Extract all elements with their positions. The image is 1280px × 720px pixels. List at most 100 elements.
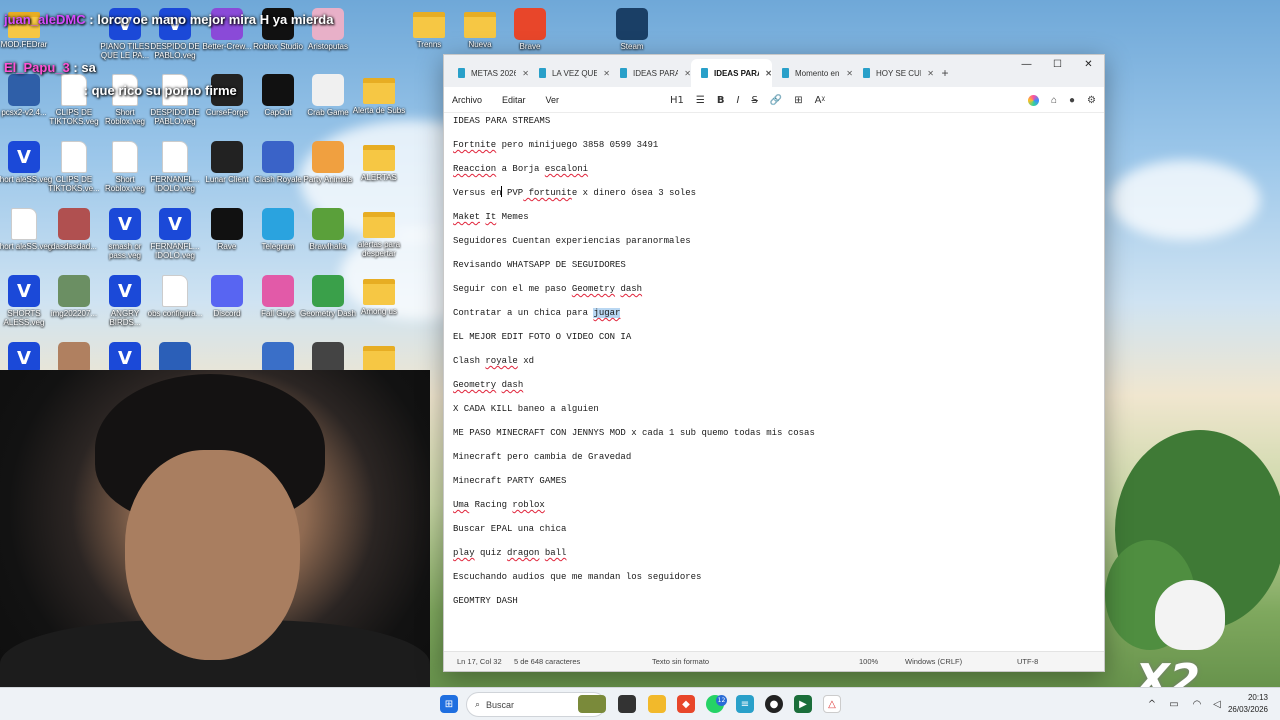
app-icon[interactable]: △ <box>823 695 841 713</box>
vegas-icon: V <box>8 275 40 307</box>
text-line: Fortnite pero minijuego 3858 0599 3491 <box>453 137 1095 161</box>
menu-ver[interactable]: Ver <box>546 95 560 105</box>
copilot-icon[interactable] <box>1027 94 1039 106</box>
tab-4[interactable]: IDEAS PARA S ✕ <box>691 59 772 87</box>
account-icon[interactable]: ● <box>1069 95 1075 106</box>
spell-error: Geometry <box>453 380 497 390</box>
text-run: e x dinero ósea 3 soles <box>571 188 697 198</box>
heading-dropdown[interactable]: H1 <box>670 95 684 106</box>
brave-icon[interactable]: ◆ <box>677 695 695 713</box>
text-line: EL MEJOR EDIT FOTO O VIDEO CON IA <box>453 332 632 342</box>
text-run: quiz <box>474 548 508 558</box>
widgets-icon[interactable] <box>578 695 606 713</box>
tab-label: IDEAS PARA S <box>713 68 759 78</box>
desktop-icon[interactable]: Alerta de Subs <box>349 70 409 136</box>
menu-archivo[interactable]: Archivo <box>452 95 482 105</box>
desktop-icon[interactable]: ALERTAS <box>349 137 409 203</box>
task-view-icon[interactable] <box>618 695 636 713</box>
search-placeholder: Buscar <box>486 699 515 710</box>
desktop-icon[interactable]: V FERNANFL... IDOLO.veg <box>145 204 205 270</box>
tab-close-icon[interactable]: ✕ <box>522 69 529 78</box>
tab-6[interactable]: HOY SE CUMP ✕ <box>853 59 934 87</box>
new-tab-button[interactable]: + <box>934 59 956 87</box>
encoding[interactable]: UTF-8 <box>1017 657 1038 666</box>
text-line: play quiz dragon ball <box>453 545 1095 569</box>
table-icon[interactable]: ⊞ <box>794 95 802 106</box>
text-run: Versus en <box>453 188 502 198</box>
wifi-icon[interactable]: ◠ <box>1188 695 1206 713</box>
chat-separator: : <box>83 83 88 98</box>
text-line: IDEAS PARA STREAMS <box>453 116 551 126</box>
tab-3[interactable]: IDEAS PARA S' ✕ <box>610 59 691 87</box>
webcam-face <box>125 450 300 660</box>
tab-close-icon[interactable]: ✕ <box>846 69 853 78</box>
tray-chevron-icon[interactable]: ^ <box>1143 695 1161 713</box>
folder-icon <box>363 212 395 238</box>
chat-username: juan_aleDMC <box>4 12 86 27</box>
obs-icon[interactable]: ● <box>765 695 783 713</box>
text-line: Minecraft PARTY GAMES <box>453 476 567 486</box>
chat-username: El_Papu_3 <box>4 60 70 75</box>
system-clock[interactable]: 20:13 26/03/2026 <box>1228 692 1268 716</box>
tab-close-icon[interactable]: ✕ <box>603 69 610 78</box>
chat-text: sa <box>81 60 96 75</box>
char-count: 5 de 648 caracteres <box>514 657 581 666</box>
spell-error: dash <box>620 284 643 294</box>
maximize-button[interactable]: ☐ <box>1042 55 1073 73</box>
format-toolbar: H1 ☰ B I S 🔗 ⊞ Aᵡ <box>670 87 825 113</box>
desktop-icon[interactable]: obs configura... <box>145 271 205 337</box>
spell-error: Fortnite <box>453 140 497 150</box>
desktop-icon[interactable]: FERNANFL... IDOLO.veg <box>145 137 205 203</box>
tab-close-button[interactable]: ✕ <box>765 69 772 78</box>
desktop-icon[interactable]: Among us <box>349 271 409 337</box>
start-windows-icon[interactable]: ⊞ <box>440 695 458 713</box>
italic-button[interactable]: I <box>736 95 739 106</box>
spell-error: fortunit <box>523 188 572 198</box>
network-icon[interactable]: ▭ <box>1165 695 1183 713</box>
text-line: Clash royale xd <box>453 353 1095 377</box>
desktop-icon-label: FERNANFL... IDOLO.veg <box>150 175 200 193</box>
whatsapp-icon[interactable]: 12 <box>706 695 727 713</box>
desktop-icon-label: MOD.FEDrar <box>0 40 48 49</box>
list-icon[interactable]: ☰ <box>696 95 705 106</box>
text-line: Escuchando audios que me mandan los segu… <box>453 572 702 582</box>
settings-gear-icon[interactable]: ⚙ <box>1087 95 1096 106</box>
vegas-icon: V <box>159 208 191 240</box>
tab-5[interactable]: Momento en v ✕ <box>772 59 853 87</box>
spell-error: escaloni <box>544 164 589 174</box>
text-editor[interactable]: IDEAS PARA STREAMS Fortnite pero minijue… <box>444 113 1104 653</box>
minimize-button[interactable]: — <box>1011 55 1042 73</box>
tab-1[interactable]: METAS 2026.tx ✕ <box>448 59 529 87</box>
img-icon <box>211 275 243 307</box>
link-icon[interactable]: 🔗 <box>770 95 782 106</box>
clear-format-icon[interactable]: Aᵡ <box>815 95 825 106</box>
menu-editar[interactable]: Editar <box>502 95 526 105</box>
desktop-icon[interactable]: DESPIDO DE PABLO.veg <box>145 70 205 136</box>
terminal-icon[interactable]: ▶ <box>794 695 812 713</box>
folder-icon <box>363 78 395 104</box>
text-run: Contratar a un chica para <box>453 308 594 318</box>
tab-close-icon[interactable]: ✕ <box>684 69 691 78</box>
folder-icon <box>363 145 395 171</box>
tab-2[interactable]: LA VEZ QUE M ✕ <box>529 59 610 87</box>
share-icon[interactable]: ⌂ <box>1051 95 1057 106</box>
tab-close-icon[interactable]: ✕ <box>927 69 934 78</box>
desktop-icon[interactable]: alertas para despertar <box>349 204 409 270</box>
zoom-level[interactable]: 100% <box>859 657 878 666</box>
format-mode[interactable]: Texto sin formato <box>652 657 709 666</box>
line-ending[interactable]: Windows (CRLF) <box>905 657 962 666</box>
file-icon <box>11 208 37 240</box>
text-run: xd <box>517 356 535 366</box>
bold-button[interactable]: B <box>717 95 725 106</box>
chat-text: que rico su porno firme <box>91 83 237 98</box>
file-explorer-icon[interactable] <box>648 695 666 713</box>
img-icon <box>312 208 344 240</box>
desktop-icon-label: obs configura... <box>147 309 203 318</box>
volume-icon[interactable]: ◁ <box>1208 695 1226 713</box>
close-button[interactable]: ✕ <box>1073 55 1104 73</box>
text-line: Contratar a un chica para jugar <box>453 305 1095 329</box>
strikethrough-button[interactable]: S <box>751 95 757 106</box>
notepad-icon[interactable]: ≡ <box>736 695 754 713</box>
vegas-icon: V <box>109 275 141 307</box>
window-controls: — ☐ ✕ <box>1011 55 1104 73</box>
